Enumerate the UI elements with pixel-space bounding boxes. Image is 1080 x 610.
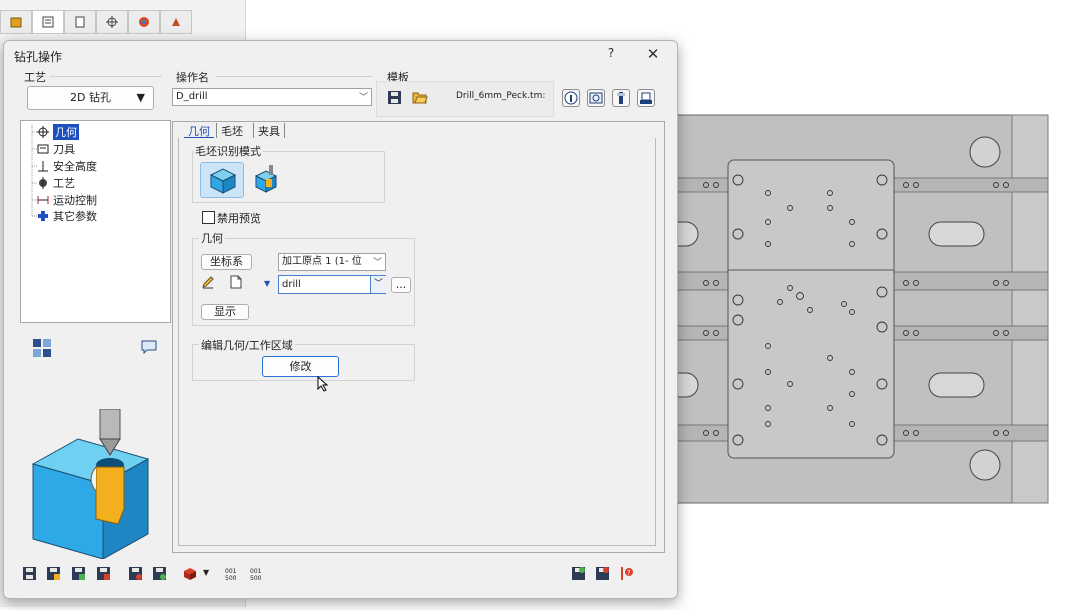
tab-geometry[interactable]: 几何 xyxy=(184,123,214,139)
safe-height-icon xyxy=(37,160,49,172)
operation-name-divider xyxy=(216,76,372,77)
property-manager-icon[interactable] xyxy=(32,10,64,34)
number-format-alt-icon[interactable]: 001 500 xyxy=(250,566,265,582)
feature-manager-tabs xyxy=(0,10,245,34)
comment-icon[interactable] xyxy=(141,340,157,355)
apply-settings-icon[interactable] xyxy=(152,566,167,581)
graphics-area[interactable] xyxy=(675,0,1080,607)
geometry-label: 几何 xyxy=(199,230,225,246)
tree-item-other-params[interactable]: 其它参数 xyxy=(37,208,97,223)
operation-name-value: D_drill xyxy=(176,91,208,102)
disable-preview-label: 禁用预览 xyxy=(217,212,261,225)
stock-mode-bounding-box-button[interactable] xyxy=(200,162,244,198)
tree-item-label: 安全高度 xyxy=(53,159,97,173)
drill-operation-dialog: 钻孔操作 ? ✕ 工艺 2D 钻孔 ▼ 操作名 D_drill ﹀ 模板 Dri… xyxy=(3,40,678,599)
close-button[interactable]: ✕ xyxy=(644,45,662,63)
tree-item-label: 其它参数 xyxy=(53,209,97,223)
dialog-title: 钻孔操作 xyxy=(14,50,63,64)
save-default-icon[interactable] xyxy=(96,566,111,581)
configuration-icon[interactable] xyxy=(64,10,96,34)
stock-recognition-label: 毛坯识别模式 xyxy=(193,143,263,159)
tree-item-motion-control[interactable]: 运动控制 xyxy=(37,192,97,207)
stock-cube-icon[interactable] xyxy=(182,566,197,581)
layout-grid-icon[interactable] xyxy=(32,338,52,358)
stock-box-icon xyxy=(209,168,237,194)
tree-item-label: 工艺 xyxy=(53,176,75,190)
drilling-preview-image xyxy=(28,408,158,560)
target-icon[interactable] xyxy=(96,10,128,34)
svg-text:?: ? xyxy=(627,569,631,577)
process-value: 2D 钻孔 xyxy=(70,91,111,104)
mold-plate-drawing xyxy=(675,114,1049,504)
tab-fixture[interactable]: 夹具 xyxy=(253,123,285,139)
more-options-button[interactable]: ... xyxy=(391,277,411,293)
edit-pencil-icon[interactable] xyxy=(201,275,215,289)
tab-stock[interactable]: 毛坯 xyxy=(216,123,247,139)
svg-text:500: 500 xyxy=(250,575,262,581)
process-label: 工艺 xyxy=(24,71,46,84)
appearance-icon[interactable] xyxy=(128,10,160,34)
template-file-name: Drill_6mm_Peck.tm: xyxy=(456,91,546,101)
help-button[interactable]: ? xyxy=(604,46,618,62)
tool-icon xyxy=(37,143,49,155)
tree-item-label: 运动控制 xyxy=(53,193,97,207)
machining-origin-value: 加工原点 1 (1- 位 xyxy=(282,256,362,267)
save-copy-icon[interactable] xyxy=(71,566,86,581)
plus-icon xyxy=(37,210,49,222)
save-error-icon[interactable] xyxy=(595,566,610,581)
part-icon[interactable] xyxy=(0,10,32,34)
open-template-icon[interactable] xyxy=(412,89,428,105)
save-template-icon[interactable] xyxy=(387,90,402,105)
info-icon[interactable] xyxy=(562,89,580,107)
crosshair-icon xyxy=(37,125,49,138)
tree-item-geometry[interactable]: 几何 xyxy=(37,123,79,140)
stock-mode-part-button[interactable] xyxy=(250,162,282,196)
process-dropdown[interactable]: 2D 钻孔 ▼ xyxy=(27,86,154,110)
chevron-down-icon: ﹀ xyxy=(358,93,368,103)
tree-item-safe-height[interactable]: 安全高度 xyxy=(37,158,97,173)
number-format-icon[interactable]: 001 500 xyxy=(225,566,240,582)
drill-geometry-value: drill xyxy=(282,279,301,290)
svg-text:001: 001 xyxy=(225,568,237,575)
machining-origin-select[interactable]: 加工原点 1 (1- 位 ﹀ xyxy=(278,253,386,271)
chevron-down-icon: ▼ xyxy=(136,91,145,104)
svg-text:001: 001 xyxy=(250,568,262,575)
tree-item-process[interactable]: 工艺 xyxy=(37,175,75,190)
save-icon[interactable] xyxy=(22,566,37,581)
stock-part-icon xyxy=(254,165,278,193)
show-geometry-button[interactable]: 显示 xyxy=(201,304,249,320)
save-ok-icon[interactable] xyxy=(571,566,586,581)
machine-setup-icon[interactable] xyxy=(637,89,655,107)
tree-item-label: 几何 xyxy=(53,123,79,140)
new-document-icon[interactable] xyxy=(229,275,243,289)
tool-library-icon[interactable] xyxy=(587,89,605,107)
motion-control-icon xyxy=(37,194,49,206)
help-info-icon[interactable]: ? xyxy=(619,566,634,581)
edit-geometry-label: 编辑几何/工作区域 xyxy=(199,337,295,353)
chevron-down-icon[interactable]: ▼ xyxy=(203,568,209,577)
chevron-down-icon[interactable]: ﹀ xyxy=(370,276,386,293)
tree-item-label: 刀具 xyxy=(53,142,75,156)
tree-item-tool[interactable]: 刀具 xyxy=(37,141,75,156)
process-divider xyxy=(50,76,162,77)
disable-preview-checkbox[interactable] xyxy=(202,211,215,224)
svg-text:500: 500 xyxy=(225,575,237,581)
coordinate-system-button[interactable]: 坐标系 xyxy=(201,254,252,270)
load-settings-icon[interactable] xyxy=(128,566,143,581)
tool-holder-icon[interactable] xyxy=(612,89,630,107)
operation-name-input[interactable]: D_drill ﹀ xyxy=(172,88,372,106)
expand-arrow-icon[interactable]: ▼ xyxy=(264,279,270,288)
parameter-tree: 几何 刀具 安全高度 工艺 运动控制 其它参数 xyxy=(20,120,171,323)
save-as-icon[interactable] xyxy=(46,566,61,581)
chevron-down-icon: ﹀ xyxy=(372,258,382,268)
camworks-icon[interactable] xyxy=(160,10,192,34)
mouse-cursor-icon xyxy=(317,375,329,392)
process-icon xyxy=(37,176,49,189)
operation-name-label: 操作名 xyxy=(176,71,209,84)
modify-button[interactable]: 修改 xyxy=(262,356,339,377)
